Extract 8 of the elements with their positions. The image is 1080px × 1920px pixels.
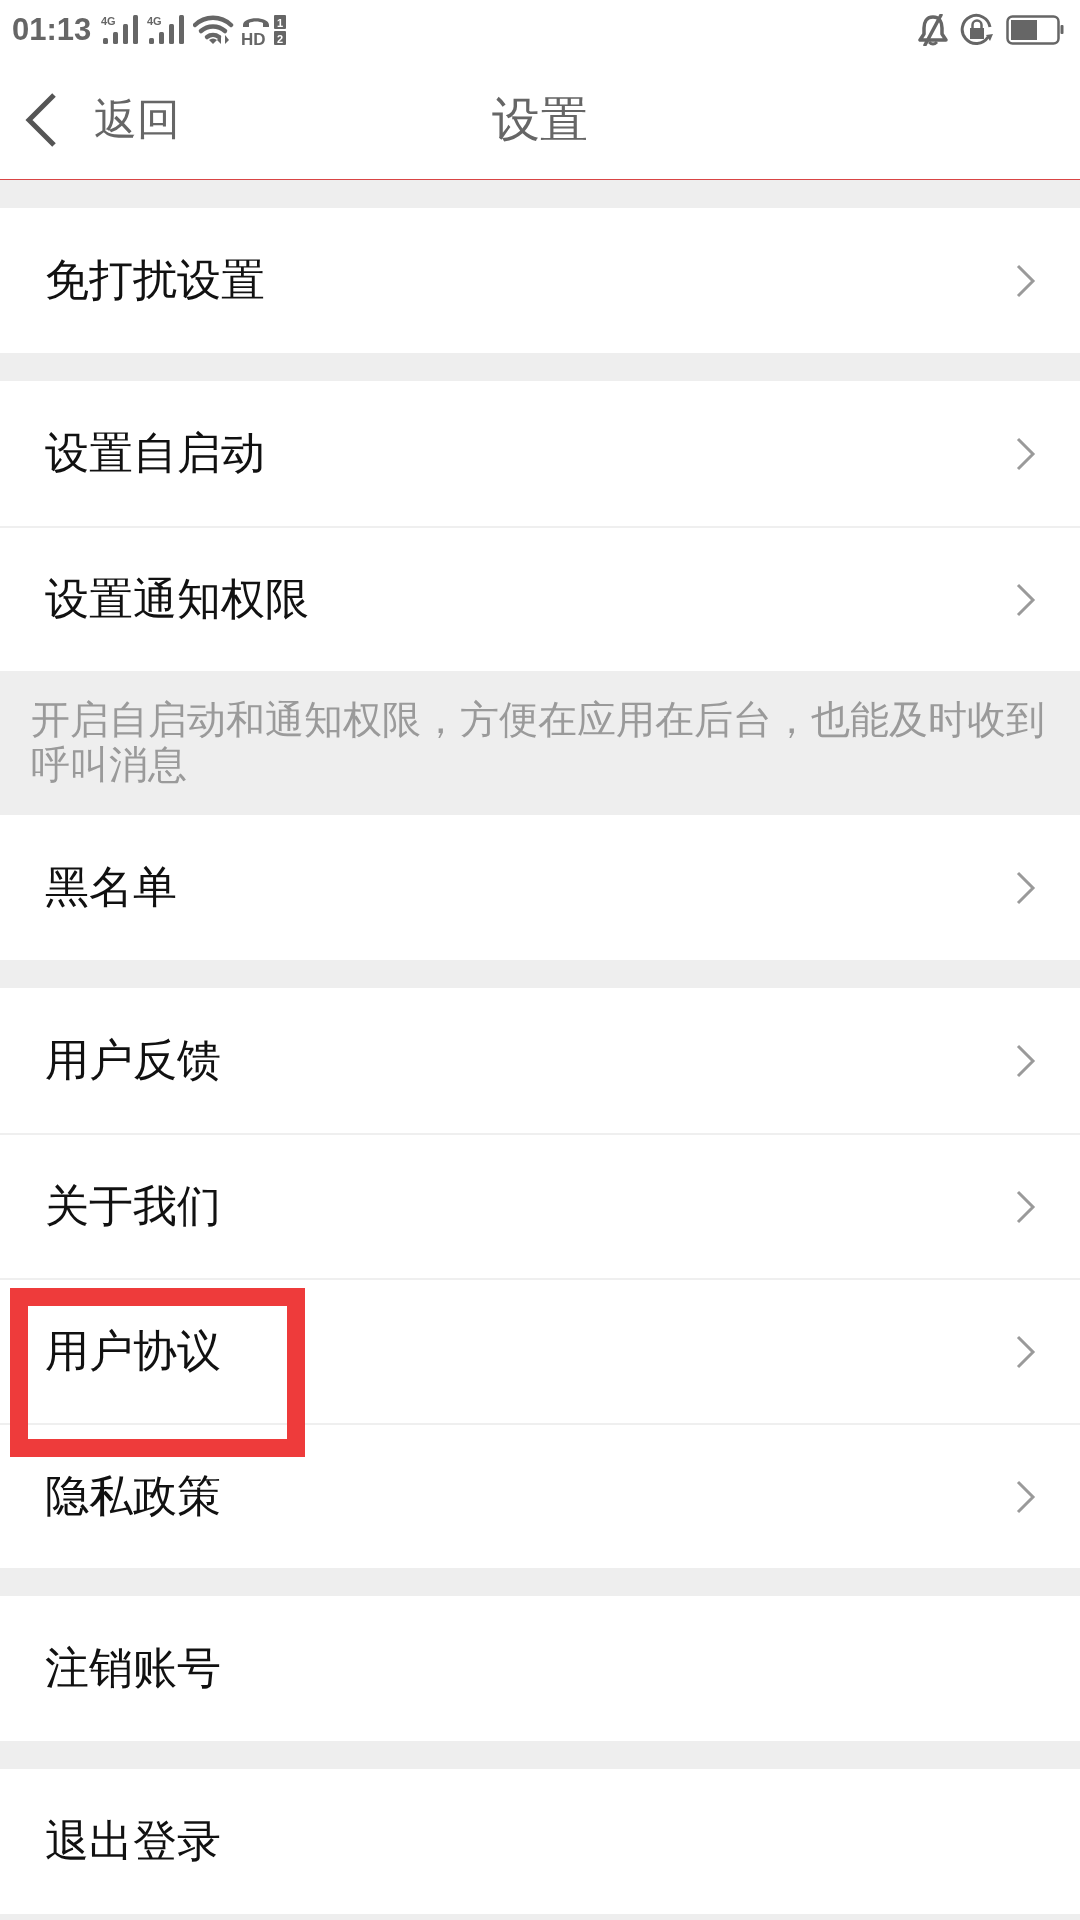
chevron-left-icon bbox=[24, 91, 58, 148]
back-button[interactable]: 返回 bbox=[0, 79, 180, 160]
wifi-icon bbox=[193, 15, 236, 45]
page-title: 设置 bbox=[492, 89, 588, 149]
rotation-lock-icon bbox=[960, 13, 994, 47]
battery-icon bbox=[1006, 15, 1064, 45]
status-time: 01:13 bbox=[12, 12, 92, 48]
bell-off-icon bbox=[918, 14, 948, 46]
